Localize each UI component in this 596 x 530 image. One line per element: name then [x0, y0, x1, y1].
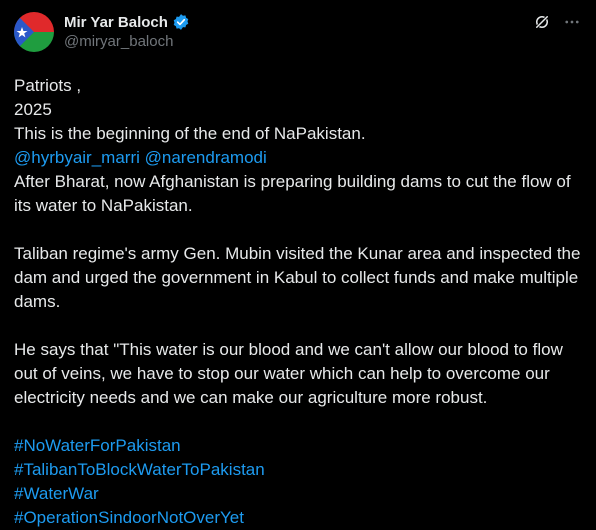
mention-link[interactable]: @hyrbyair_marri — [14, 148, 140, 167]
post-paragraph: Taliban regime's army Gen. Mubin visited… — [14, 244, 586, 311]
post-line: After Bharat, now Afghanistan is prepari… — [14, 172, 576, 215]
hashtag-link[interactable]: #OperationSindoorNotOverYet — [14, 508, 244, 527]
header-actions — [532, 12, 582, 32]
name-row: Mir Yar Baloch — [64, 12, 190, 32]
post-line: Patriots , — [14, 76, 82, 95]
hashtag-line: #TalibanToBlockWaterToPakistan — [14, 458, 582, 482]
post-header: Mir Yar Baloch @miryar_baloch — [14, 8, 582, 60]
grok-icon[interactable] — [532, 12, 552, 32]
flag-avatar-icon — [14, 12, 54, 52]
author-identity: Mir Yar Baloch @miryar_baloch — [64, 12, 190, 50]
hashtag-line: #WaterWar — [14, 482, 582, 506]
author-handle[interactable]: @miryar_baloch — [64, 33, 190, 50]
hashtag-link[interactable]: #NoWaterForPakistan — [14, 436, 181, 455]
hashtag-line: #NoWaterForPakistan — [14, 434, 582, 458]
hashtag-line: #OperationSindoorNotOverYet — [14, 506, 582, 530]
hashtag-link[interactable]: #TalibanToBlockWaterToPakistan — [14, 460, 265, 479]
author-display-name[interactable]: Mir Yar Baloch — [64, 14, 168, 31]
post-line: 2025 — [14, 100, 52, 119]
avatar[interactable] — [14, 12, 54, 52]
post-line: This is the beginning of the end of NaPa… — [14, 124, 366, 143]
mention-link[interactable]: @narendramodi — [145, 148, 267, 167]
more-icon[interactable] — [562, 12, 582, 32]
hashtag-link[interactable]: #WaterWar — [14, 484, 99, 503]
verified-badge-icon — [172, 13, 190, 31]
post: Mir Yar Baloch @miryar_baloch Patriots ,… — [0, 0, 596, 527]
post-text: Patriots , 2025 This is the beginning of t… — [14, 74, 582, 530]
post-paragraph: He says that "This water is our blood an… — [14, 340, 568, 407]
mentions-line: @hyrbyair_marri @narendramodi — [14, 146, 582, 170]
